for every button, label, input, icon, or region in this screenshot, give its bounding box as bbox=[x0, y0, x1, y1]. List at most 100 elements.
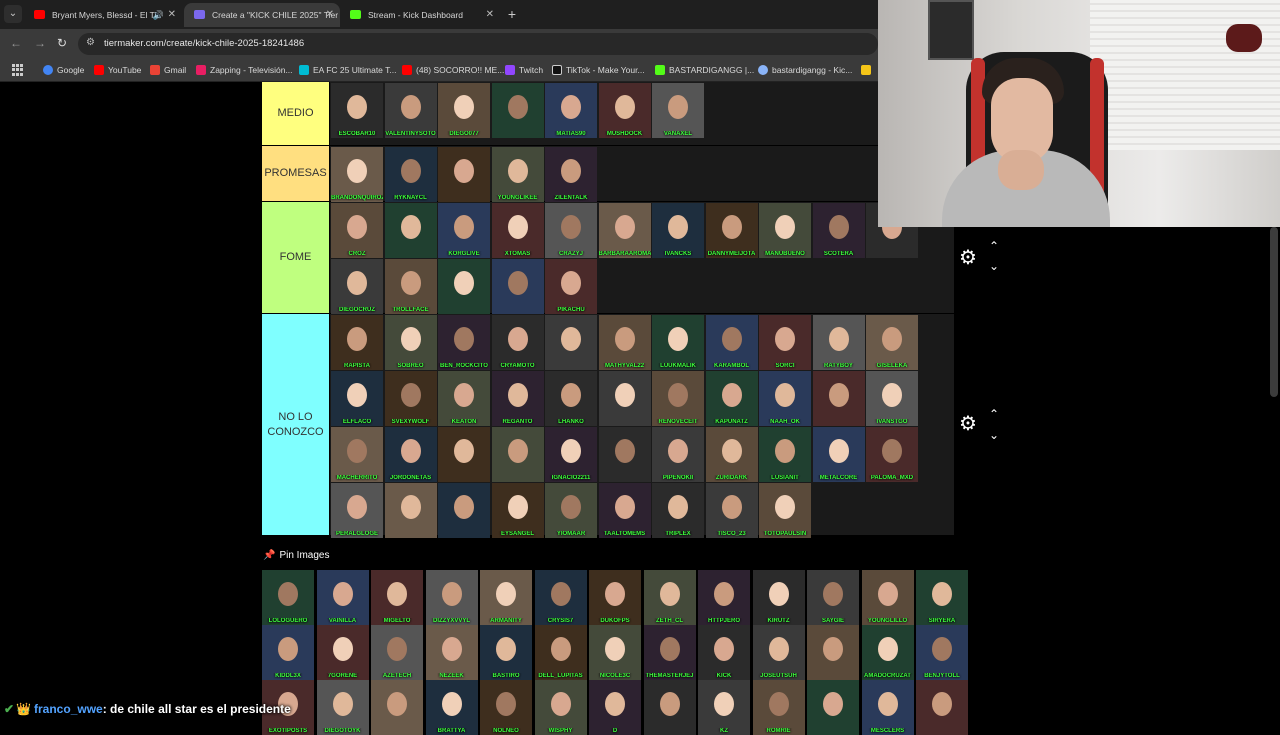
gear-icon[interactable]: ⚙ bbox=[958, 248, 978, 268]
tier-item-thumbnail[interactable]: MACHERRITO bbox=[331, 427, 383, 482]
site-info-icon[interactable]: ⚙ bbox=[86, 37, 95, 48]
chevron-up-icon[interactable]: ⌃ bbox=[987, 240, 1001, 252]
tier-item-thumbnail[interactable]: GISELEKA bbox=[866, 315, 918, 370]
tier-item-thumbnail[interactable]: MANUBUENO bbox=[759, 203, 811, 258]
tier-item-thumbnail[interactable]: ROMRIE bbox=[752, 680, 805, 735]
tier-item-thumbnail[interactable]: DIEGOTOYK bbox=[316, 680, 369, 735]
tier-item-thumbnail[interactable]: RENOVECEIT bbox=[652, 371, 704, 426]
tier-items[interactable]: RAPISTA SOBREO BEN_ROCKCITO CRYAMOTO MATHYVA… bbox=[330, 314, 954, 538]
tier-item-thumbnail[interactable]: DANNYMEIJOTA bbox=[705, 203, 758, 258]
tier-item-thumbnail[interactable]: IVANCKS bbox=[652, 203, 704, 258]
reload-icon[interactable]: ↻ bbox=[57, 36, 67, 50]
tier-item-thumbnail[interactable]: DELL_LUPITAS bbox=[534, 625, 587, 680]
tier-item-thumbnail[interactable]: CROZ bbox=[331, 203, 383, 258]
tier-item-thumbnail[interactable]: YOUNGLIKEE bbox=[491, 147, 544, 202]
bookmark-tiktok[interactable]: TikTok - Make Your... bbox=[552, 58, 645, 82]
tab-kick-dashboard[interactable]: Stream - Kick Dashboard ✕ bbox=[340, 3, 500, 27]
tab-tiermaker[interactable]: Create a "KICK CHILE 2025" Tier ✕ bbox=[184, 3, 340, 27]
tier-item-thumbnail[interactable]: TISCO_23 bbox=[705, 483, 758, 538]
tier-item-thumbnail[interactable]: SCOTERA bbox=[812, 203, 865, 258]
apps-grid-icon[interactable] bbox=[12, 64, 24, 76]
tier-label[interactable]: MEDIO bbox=[262, 82, 329, 145]
tier-item-thumbnail[interactable] bbox=[812, 371, 865, 426]
tier-item-thumbnail[interactable] bbox=[438, 147, 490, 202]
back-arrow-icon[interactable]: ← bbox=[10, 36, 22, 50]
tier-item-thumbnail[interactable]: HTTPJERO bbox=[698, 570, 750, 625]
tier-item-thumbnail[interactable]: CRAZYJ bbox=[545, 203, 597, 258]
tier-item-thumbnail[interactable]: IGNACIO2211 bbox=[545, 427, 597, 482]
bookmark-youtube[interactable]: YouTube bbox=[94, 58, 141, 82]
tier-item-thumbnail[interactable]: PIPENOKII bbox=[652, 427, 704, 482]
tier-item-thumbnail[interactable] bbox=[643, 680, 696, 735]
tier-item-thumbnail[interactable] bbox=[371, 680, 423, 735]
gear-icon[interactable]: ⚙ bbox=[958, 414, 978, 434]
bookmark-bastardigangg[interactable]: BASTARDIGANGG |... bbox=[655, 58, 754, 82]
pin-images-header[interactable]: 📌 Pin Images bbox=[263, 549, 329, 563]
tier-item-thumbnail[interactable]: REGANTO bbox=[491, 371, 544, 426]
chevron-down-icon[interactable]: ⌄ bbox=[987, 260, 1001, 272]
tier-item-thumbnail[interactable]: ELFLACO bbox=[331, 371, 383, 426]
tier-item-thumbnail[interactable]: METALCORE bbox=[812, 427, 865, 482]
tier-item-thumbnail[interactable]: BASTIRO bbox=[480, 625, 532, 680]
tier-item-thumbnail[interactable]: TOTOPAULSIN bbox=[759, 483, 811, 538]
tier-item-thumbnail[interactable]: YIOMAAR bbox=[545, 483, 597, 538]
tier-item-thumbnail[interactable]: MIGELTO bbox=[371, 570, 423, 625]
tier-item-thumbnail[interactable]: YOUNGLILLO bbox=[861, 570, 914, 625]
url-input[interactable]: ⚙ tiermaker.com/create/kick-chile-2025-1… bbox=[78, 33, 878, 55]
forward-arrow-icon[interactable]: → bbox=[34, 36, 46, 50]
tier-items[interactable]: CROZ KORGLIVE XTOMAS CRAZYJ BARBARAAROMANE IV… bbox=[330, 202, 954, 314]
tier-item-thumbnail[interactable]: BRANDONQUIROZ bbox=[331, 147, 383, 202]
tier-item-thumbnail[interactable]: PALOMA_MXD bbox=[866, 427, 918, 482]
tier-item-thumbnail[interactable]: LOLOGUERO bbox=[262, 570, 314, 625]
tier-item-thumbnail[interactable]: NOLNEO bbox=[480, 680, 532, 735]
tier-item-thumbnail[interactable]: CRYSIS7 bbox=[534, 570, 587, 625]
tier-item-thumbnail[interactable] bbox=[438, 483, 490, 538]
tier-item-thumbnail[interactable]: DIEGO077 bbox=[438, 83, 490, 138]
tier-item-thumbnail[interactable] bbox=[491, 259, 544, 314]
tier-item-thumbnail[interactable]: JORDONETAS bbox=[384, 427, 437, 482]
tier-item-thumbnail[interactable]: KARAMBOL bbox=[705, 315, 758, 370]
tier-item-thumbnail[interactable]: KORGLIVE bbox=[438, 203, 490, 258]
tier-item-thumbnail[interactable]: LUSIANIT bbox=[759, 427, 811, 482]
tier-item-thumbnail[interactable]: EYSANGEL bbox=[491, 483, 544, 538]
tier-item-thumbnail[interactable]: SOBREO bbox=[384, 315, 437, 370]
tier-item-thumbnail[interactable]: KIRUTZ bbox=[752, 570, 805, 625]
tier-item-thumbnail[interactable]: MUSHDOCK bbox=[598, 83, 651, 138]
tier-item-thumbnail[interactable]: SIRYERA bbox=[916, 570, 968, 625]
tier-item-thumbnail[interactable] bbox=[438, 259, 490, 314]
tier-item-thumbnail[interactable] bbox=[598, 427, 651, 482]
tier-item-thumbnail[interactable]: 7GORENE bbox=[316, 625, 369, 680]
tier-item-thumbnail[interactable] bbox=[384, 203, 437, 258]
tier-item-thumbnail[interactable]: BENJYTOLL bbox=[916, 625, 968, 680]
tier-item-thumbnail[interactable]: TROLLFACE bbox=[384, 259, 437, 314]
tier-item-thumbnail[interactable]: WISPHY bbox=[534, 680, 587, 735]
close-tab-icon[interactable]: ✕ bbox=[486, 3, 494, 27]
tier-item-thumbnail[interactable]: BEN_ROCKCITO bbox=[438, 315, 490, 370]
tier-item-thumbnail[interactable]: BARBARAAROMANE bbox=[598, 203, 651, 258]
new-tab-button[interactable]: + bbox=[505, 4, 519, 24]
tier-item-thumbnail[interactable] bbox=[491, 83, 544, 138]
bookmark-zapping[interactable]: Zapping - Televisión... bbox=[196, 58, 293, 82]
tier-item-thumbnail[interactable]: SAYGIE bbox=[807, 570, 859, 625]
tier-item-thumbnail[interactable] bbox=[491, 427, 544, 482]
bookmark-bastardigangg-kick[interactable]: bastardigangg - Kic... bbox=[758, 58, 852, 82]
tier-item-thumbnail[interactable]: KICK bbox=[698, 625, 750, 680]
page-scrollbar[interactable] bbox=[1270, 227, 1278, 397]
tier-item-thumbnail[interactable]: RAPISTA bbox=[331, 315, 383, 370]
chevron-down-icon[interactable]: ⌄ bbox=[987, 429, 1001, 441]
tab-youtube[interactable]: Bryant Myers, Blessd - El Ti 🔊 ✕ bbox=[24, 3, 182, 27]
tier-item-thumbnail[interactable]: DUKOFPS bbox=[589, 570, 641, 625]
tier-item-thumbnail[interactable]: SVEXYWOLF bbox=[384, 371, 437, 426]
tier-item-thumbnail[interactable]: JOSEUTSUH bbox=[752, 625, 805, 680]
tier-item-thumbnail[interactable]: CRYAMOTO bbox=[491, 315, 544, 370]
tier-item-thumbnail[interactable]: KEATON bbox=[438, 371, 490, 426]
bookmark-gmail[interactable]: Gmail bbox=[150, 58, 186, 82]
tier-item-thumbnail[interactable]: ESCOBAR10 bbox=[331, 83, 383, 138]
tier-item-thumbnail[interactable]: SORCI bbox=[759, 315, 811, 370]
tier-item-thumbnail[interactable]: AZETECH bbox=[371, 625, 423, 680]
tier-item-thumbnail[interactable]: PERALGLOGE bbox=[331, 483, 383, 538]
tier-item-thumbnail[interactable]: LHANKO bbox=[545, 371, 597, 426]
bookmark-twitch[interactable]: Twitch bbox=[505, 58, 543, 82]
speaker-icon[interactable]: 🔊 bbox=[153, 3, 164, 27]
tier-item-thumbnail[interactable] bbox=[545, 315, 597, 370]
